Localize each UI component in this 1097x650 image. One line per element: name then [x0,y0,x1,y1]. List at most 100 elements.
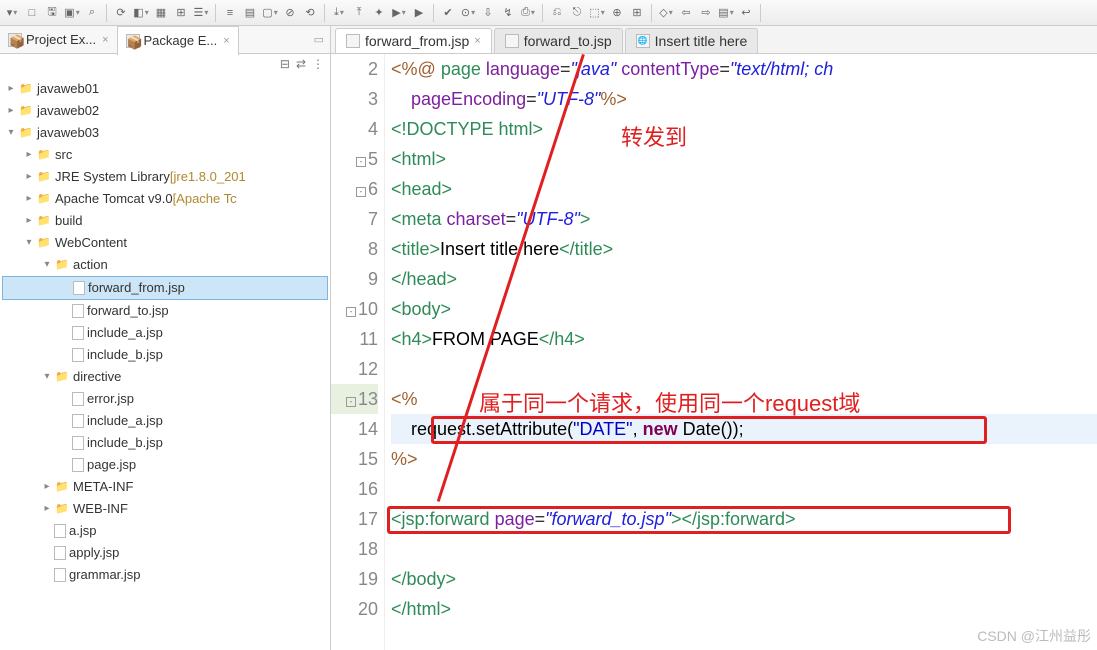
toolbar-button[interactable]: ▣ [64,5,80,21]
tree-folder[interactable]: ▸📁javaweb02 [2,100,328,122]
code-area[interactable]: <%@ page language="java" contentType="te… [385,54,1097,650]
tree-folder[interactable]: ▾📁WebContent [2,232,328,254]
toolbar-button[interactable]: ⇨ [698,5,714,21]
code-line[interactable]: </html> [391,594,1097,624]
toolbar-button[interactable]: ⎋ [569,5,585,21]
toolbar-button[interactable]: ⤒ [351,5,367,21]
editor-tab[interactable]: forward_from.jsp× [335,28,492,53]
tree-folder[interactable]: ▾📁action [2,254,328,276]
tree-file[interactable]: include_a.jsp [2,410,328,432]
toolbar-button[interactable]: ⇦ [678,5,694,21]
editor-body[interactable]: 234-5-6789-101112-1314151617181920 <%@ p… [331,54,1097,650]
code-line[interactable]: <body> [391,294,1097,324]
tree-folder[interactable]: ▸📁JRE System Library [jre1.8.0_201 [2,166,328,188]
tree-file[interactable]: include_a.jsp [2,322,328,344]
toolbar-button[interactable]: ▢ [262,5,278,21]
tree-file[interactable]: error.jsp [2,388,328,410]
tree-file[interactable]: forward_to.jsp [2,300,328,322]
folder-icon: 📁 [54,501,70,517]
code-line[interactable]: request.setAttribute("DATE", new Date())… [391,414,1097,444]
toolbar-button[interactable]: ☰ [193,5,209,21]
toolbar-button[interactable]: ⊕ [609,5,625,21]
minimize-icon[interactable]: ▭ [308,33,330,46]
tree-label: include_a.jsp [87,410,163,432]
toolbar-button[interactable]: ✦ [371,5,387,21]
code-line[interactable] [391,354,1097,384]
toolbar-button[interactable]: ⊙ [460,5,476,21]
toolbar-button[interactable]: ↯ [500,5,516,21]
toolbar-button[interactable]: ▶ [391,5,407,21]
tree-folder[interactable]: ▸📁javaweb01 [2,78,328,100]
toolbar-button[interactable]: ≡ [222,5,238,21]
view-tab-package-explorer[interactable]: 📦 Package E... × [117,26,239,55]
code-line[interactable]: <h4>FROM PAGE</h4> [391,324,1097,354]
close-icon[interactable]: × [223,35,229,47]
code-line[interactable]: %> [391,444,1097,474]
toolbar-button[interactable]: □ [24,5,40,21]
tree-file[interactable]: include_b.jsp [2,432,328,454]
toolbar-button[interactable]: ⌕ [84,5,100,21]
code-line[interactable]: </body> [391,564,1097,594]
view-menu-icon[interactable]: ⋮ [312,57,324,71]
line-number: -5 [331,144,378,174]
folder-icon: 📁 [36,213,52,229]
project-tree[interactable]: ▸📁javaweb01▸📁javaweb02▾📁javaweb03▸📁src▸📁… [0,74,330,650]
editor-tab[interactable]: 🌐Insert title here [625,28,759,53]
code-line[interactable]: </head> [391,264,1097,294]
toolbar-button[interactable]: ⤓ [331,5,347,21]
close-icon[interactable]: × [474,35,480,47]
collapse-all-icon[interactable]: ⊟ [280,57,290,71]
toolbar-button[interactable]: ⊘ [282,5,298,21]
toolbar-button[interactable]: ⬚ [589,5,605,21]
code-line[interactable]: <%@ page language="java" contentType="te… [391,54,1097,84]
tree-folder[interactable]: ▸📁META-INF [2,476,328,498]
tree-folder[interactable]: ▾📁directive [2,366,328,388]
tree-file[interactable]: page.jsp [2,454,328,476]
code-line[interactable]: <meta charset="UTF-8"> [391,204,1097,234]
link-editor-icon[interactable]: ⇄ [296,57,306,71]
tree-folder[interactable]: ▸📁Apache Tomcat v9.0 [Apache Tc [2,188,328,210]
code-line[interactable]: pageEncoding="UTF-8"%> [391,84,1097,114]
close-icon[interactable]: × [102,34,108,46]
view-tab-project-explorer[interactable]: 📦 Project Ex... × [0,28,117,51]
toolbar-button[interactable]: ⇩ [480,5,496,21]
toolbar-button[interactable]: ▤ [718,5,734,21]
tree-folder[interactable]: ▸📁src [2,144,328,166]
toolbar-button[interactable]: 🖫 [44,5,60,21]
code-line[interactable]: <head> [391,174,1097,204]
tree-folder[interactable]: ▸📁build [2,210,328,232]
toolbar-button[interactable]: ◧ [133,5,149,21]
line-number: -6 [331,174,378,204]
toolbar-button[interactable]: ⎙ [520,5,536,21]
tree-file[interactable]: apply.jsp [2,542,328,564]
file-icon [72,326,84,340]
toolbar-button[interactable]: ▦ [153,5,169,21]
toolbar-button[interactable]: ⊞ [629,5,645,21]
code-line[interactable]: <jsp:forward page="forward_to.jsp"></jsp… [391,504,1097,534]
toolbar-button[interactable]: ⟲ [302,5,318,21]
tree-file[interactable]: forward_from.jsp [2,276,328,300]
toolbar-button[interactable]: ▾ [4,5,20,21]
tree-file[interactable]: a.jsp [2,520,328,542]
tree-folder[interactable]: ▸📁WEB-INF [2,498,328,520]
toolbar-button[interactable]: ↩ [738,5,754,21]
toolbar-button[interactable]: ⎌ [549,5,565,21]
code-line[interactable]: <html> [391,144,1097,174]
toolbar-button[interactable]: ▤ [242,5,258,21]
tree-file[interactable]: grammar.jsp [2,564,328,586]
code-line[interactable]: <!DOCTYPE html> [391,114,1097,144]
folder-open-icon: 📁 [54,369,70,385]
toolbar-button[interactable]: ⟳ [113,5,129,21]
editor-tab[interactable]: forward_to.jsp [494,28,623,53]
toolbar-button[interactable]: ◇ [658,5,674,21]
code-line[interactable]: <title>Insert title here</title> [391,234,1097,264]
toolbar-button[interactable]: ✔ [440,5,456,21]
toolbar-button[interactable]: ▶ [411,5,427,21]
tree-folder[interactable]: ▾📁javaweb03 [2,122,328,144]
toolbar-button[interactable]: ⊞ [173,5,189,21]
code-line[interactable] [391,474,1097,504]
code-line[interactable]: <% [391,384,1097,414]
tree-file[interactable]: include_b.jsp [2,344,328,366]
code-line[interactable] [391,534,1097,564]
file-icon [73,281,85,295]
